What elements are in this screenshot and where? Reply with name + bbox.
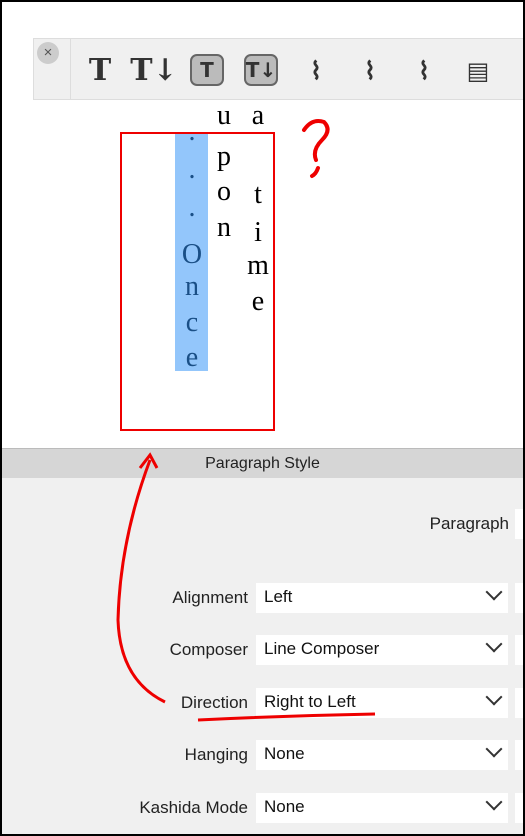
- red-annotations: [116, 119, 376, 722]
